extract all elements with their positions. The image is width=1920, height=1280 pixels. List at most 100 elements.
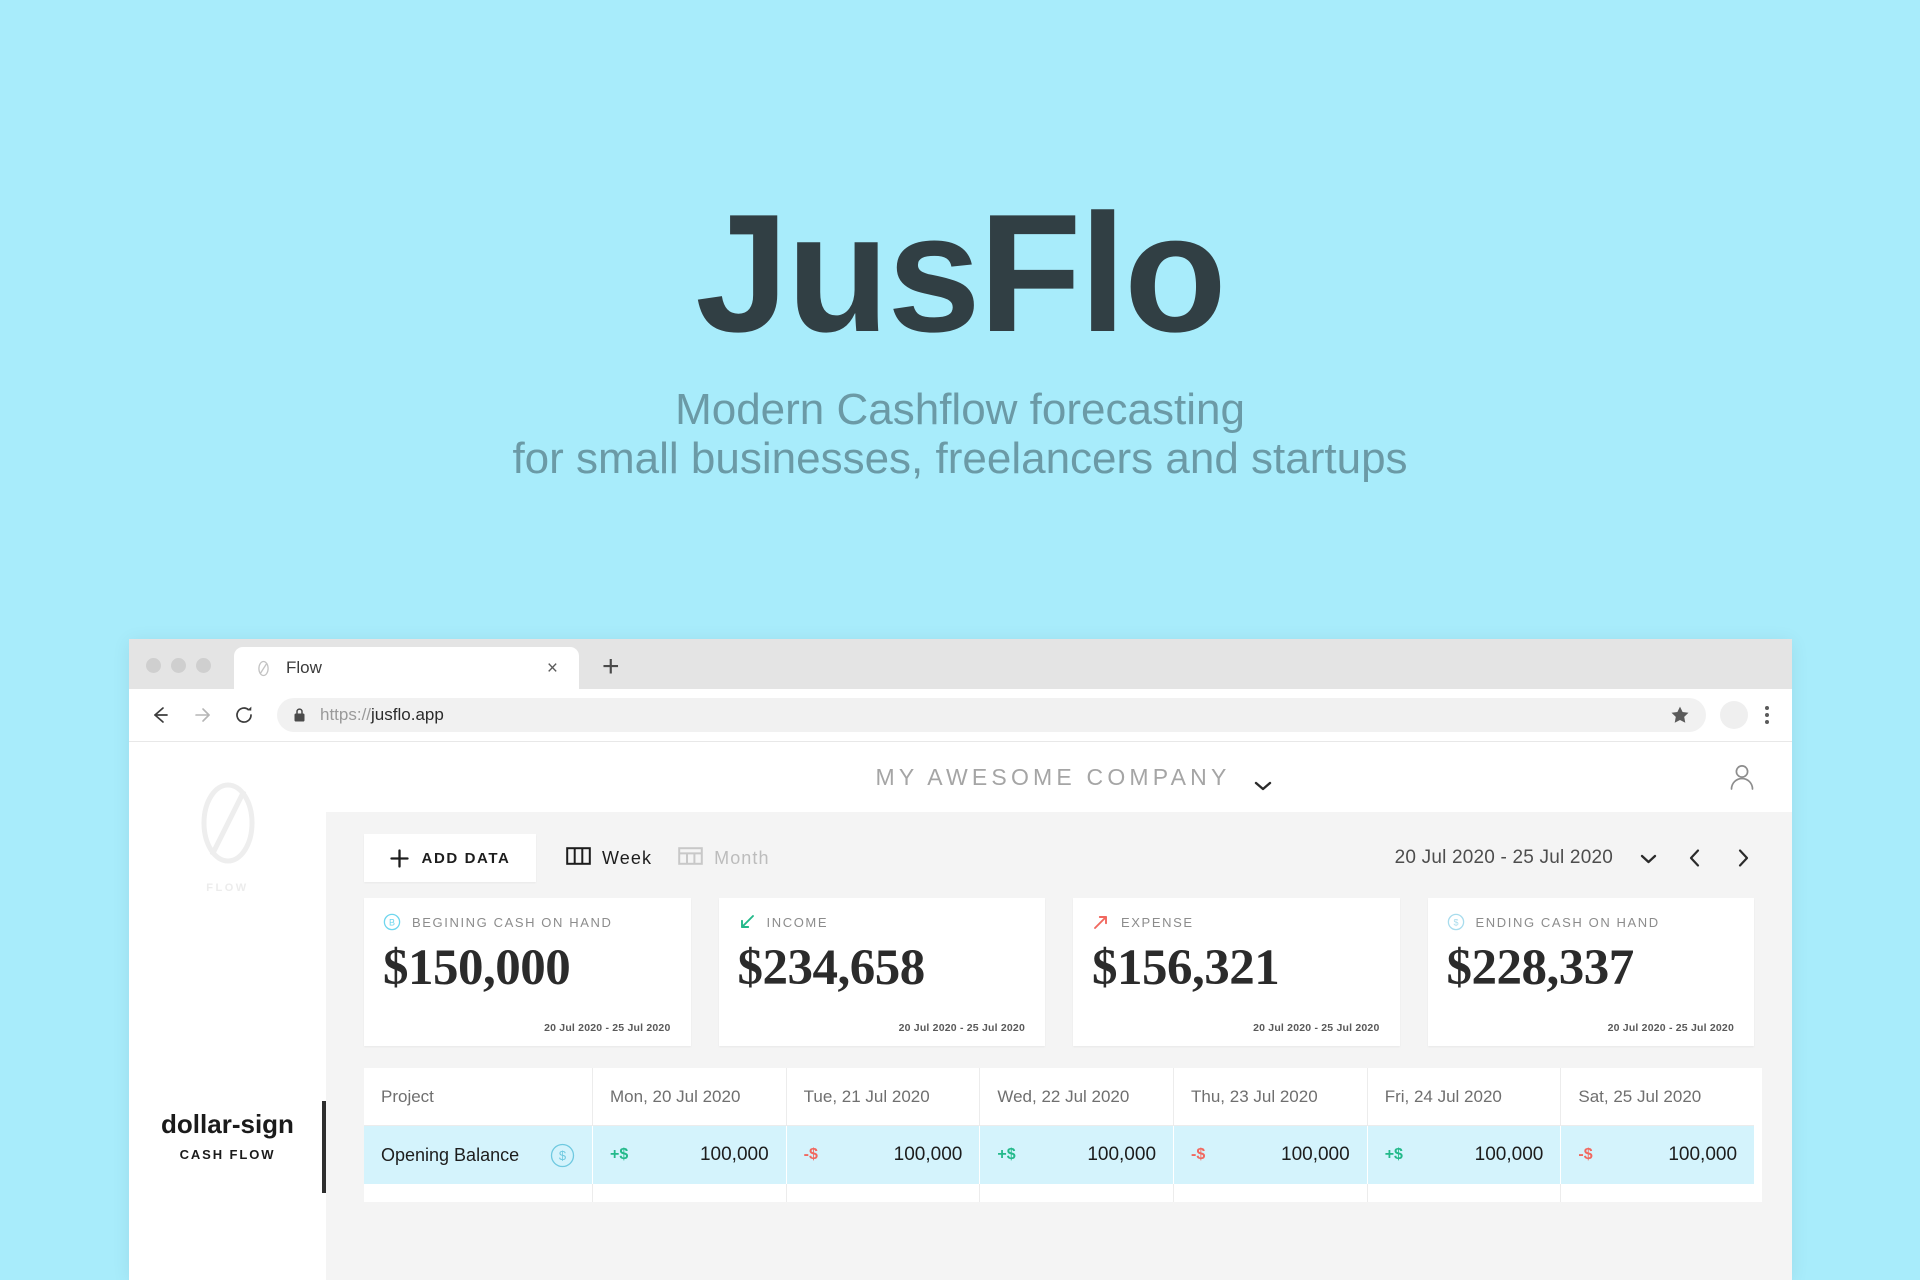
close-icon[interactable]: × <box>547 659 558 678</box>
kpi-card-header: B BEGINING CASH ON HAND <box>383 913 671 931</box>
arrow-up-right-icon <box>1092 913 1110 931</box>
profile-avatar-icon[interactable] <box>1720 701 1748 729</box>
table-cell-empty <box>592 1184 786 1202</box>
close-window-dot[interactable] <box>146 658 161 673</box>
chevron-left-icon[interactable] <box>1684 847 1706 869</box>
chevron-down-icon <box>1253 771 1273 791</box>
app-sidebar: FLOW dollar-sign CASH FLOW <box>129 742 326 1280</box>
table-cell-mon: +$ 100,000 <box>592 1126 786 1184</box>
kpi-card-ending-cash: $ ENDING CASH ON HAND $228,337 20 Jul 20… <box>1427 898 1754 1046</box>
table-cell-tue: -$ 100,000 <box>785 1126 980 1184</box>
flow-zero-icon <box>201 782 254 864</box>
view-toggle-month[interactable]: Month <box>678 845 770 872</box>
view-toggle-week[interactable]: Week <box>566 845 652 872</box>
add-data-button[interactable]: ADD DATA <box>364 834 536 882</box>
table-cell-wed: +$ 100,000 <box>979 1126 1173 1184</box>
lock-icon <box>293 707 306 723</box>
amount-value: 100,000 <box>1474 1144 1544 1165</box>
date-range-controls: 20 Jul 2020 - 25 Jul 2020 <box>1395 847 1754 869</box>
page-title: JusFlo <box>695 179 1226 367</box>
company-name: MY AWESOME COMPANY <box>875 763 1231 790</box>
sidebar-item-label: CASH FLOW <box>179 1147 276 1162</box>
amount-sign: +$ <box>997 1146 1016 1163</box>
grid-view-icon <box>678 845 703 872</box>
kpi-card-row: B BEGINING CASH ON HAND $150,000 20 Jul … <box>364 898 1762 1046</box>
amount-sign: -$ <box>1578 1146 1593 1163</box>
circled-dollar-icon: $ <box>550 1143 575 1168</box>
amount-sign: +$ <box>1384 1146 1403 1163</box>
arrow-left-icon[interactable] <box>145 700 175 730</box>
kpi-card-value: $228,337 <box>1446 940 1635 996</box>
svg-text:B: B <box>389 918 395 928</box>
kpi-card-header: INCOME <box>738 913 1026 931</box>
hero-section: JusFlo Modern Cashflow forecasting for s… <box>0 0 1920 483</box>
kpi-card-range: 20 Jul 2020 - 25 Jul 2020 <box>1607 1022 1734 1034</box>
dollar-sign-icon: dollar-sign <box>161 1109 294 1139</box>
landing-page: JusFlo Modern Cashflow forecasting for s… <box>0 0 1920 1280</box>
kpi-card-label: INCOME <box>766 914 829 930</box>
app-header: MY AWESOME COMPANY <box>326 742 1792 812</box>
kpi-card-range: 20 Jul 2020 - 25 Jul 2020 <box>898 1022 1025 1034</box>
kpi-card-label: BEGINING CASH ON HAND <box>412 914 613 930</box>
table-column-tue: Tue, 21 Jul 2020 <box>785 1068 980 1126</box>
table-cell-row-name: Opening Balance $ <box>364 1126 592 1184</box>
amount-sign: -$ <box>1191 1146 1206 1163</box>
view-toggle-week-label: Week <box>602 847 653 868</box>
amount-value: 100,000 <box>1668 1144 1738 1165</box>
svg-text:$: $ <box>559 1148 567 1163</box>
user-account-icon[interactable] <box>1722 757 1762 797</box>
dashboard-inner: ADD DATA Week Month 20 Jul 2020 - 25 Jul… <box>326 812 1762 1202</box>
flow-zero-icon <box>255 660 272 677</box>
kpi-card-header: EXPENSE <box>1092 913 1380 931</box>
table-header-row: Project Mon, 20 Jul 2020 Tue, 21 Jul 202… <box>364 1068 1755 1126</box>
new-tab-button[interactable]: + <box>602 652 620 682</box>
browser-toolbar: https://jusflo.app <box>129 689 1792 742</box>
address-bar-url: https://jusflo.app <box>320 705 1670 725</box>
dashboard-toolbar: ADD DATA Week Month 20 Jul 2020 - 25 Jul… <box>364 834 1762 882</box>
date-range-label[interactable]: 20 Jul 2020 - 25 Jul 2020 <box>1395 847 1613 869</box>
url-scheme: https:// <box>320 705 372 724</box>
circled-b-icon: B <box>383 913 401 931</box>
star-icon[interactable] <box>1670 705 1690 725</box>
arrow-right-icon[interactable] <box>187 700 217 730</box>
amount-value: 100,000 <box>699 1144 769 1165</box>
address-bar[interactable]: https://jusflo.app <box>277 698 1706 732</box>
table-cell-empty <box>785 1184 980 1202</box>
kpi-card-income: INCOME $234,658 20 Jul 2020 - 25 Jul 202… <box>718 898 1045 1046</box>
tagline-line-1: Modern Cashflow forecasting <box>675 384 1245 434</box>
table-cell-empty <box>1560 1184 1754 1202</box>
table-cell-empty <box>979 1184 1173 1202</box>
plus-icon <box>389 848 409 868</box>
cashflow-table: Project Mon, 20 Jul 2020 Tue, 21 Jul 202… <box>364 1068 1762 1202</box>
app-content: MY AWESOME COMPANY ADD DATA Week Month 2… <box>326 742 1792 1280</box>
table-column-project: Project <box>364 1068 592 1126</box>
table-cell-empty <box>364 1184 592 1202</box>
kpi-card-value: $150,000 <box>383 940 571 996</box>
row-label: Opening Balance <box>381 1144 520 1165</box>
chevron-right-icon[interactable] <box>1732 847 1754 869</box>
chevron-down-icon[interactable] <box>1639 852 1658 864</box>
kebab-menu-icon[interactable] <box>1754 706 1780 724</box>
svg-text:$: $ <box>1453 918 1458 928</box>
kpi-card-value: $156,321 <box>1092 940 1280 996</box>
tagline-line-2: for small businesses, freelancers and st… <box>512 433 1408 483</box>
browser-tab-flow[interactable]: Flow × <box>234 647 579 689</box>
minimize-window-dot[interactable] <box>171 658 186 673</box>
kpi-card-header: $ ENDING CASH ON HAND <box>1447 913 1735 931</box>
reload-icon[interactable] <box>229 700 259 730</box>
table-cell-empty <box>1366 1184 1561 1202</box>
sidebar-logo[interactable]: FLOW <box>129 742 326 894</box>
table-row[interactable]: Opening Balance $ +$ 100,000 -$ 100,000 … <box>364 1126 1754 1184</box>
app-viewport: FLOW dollar-sign CASH FLOW MY AWESOME CO… <box>129 742 1792 1280</box>
table-column-mon: Mon, 20 Jul 2020 <box>592 1068 786 1126</box>
amount-value: 100,000 <box>893 1144 963 1165</box>
kpi-card-expense: EXPENSE $156,321 20 Jul 2020 - 25 Jul 20… <box>1073 898 1400 1046</box>
browser-tab-title: Flow <box>286 658 322 677</box>
sidebar-item-cash-flow[interactable]: dollar-sign CASH FLOW <box>129 1097 326 1193</box>
table-cell-fri: +$ 100,000 <box>1366 1126 1561 1184</box>
hero-tagline: Modern Cashflow forecasting for small bu… <box>0 351 1920 484</box>
maximize-window-dot[interactable] <box>196 658 211 673</box>
sidebar-nav: dollar-sign CASH FLOW <box>129 1097 326 1193</box>
table-row-partial <box>364 1184 1754 1202</box>
company-switcher[interactable]: MY AWESOME COMPANY <box>326 764 1722 791</box>
